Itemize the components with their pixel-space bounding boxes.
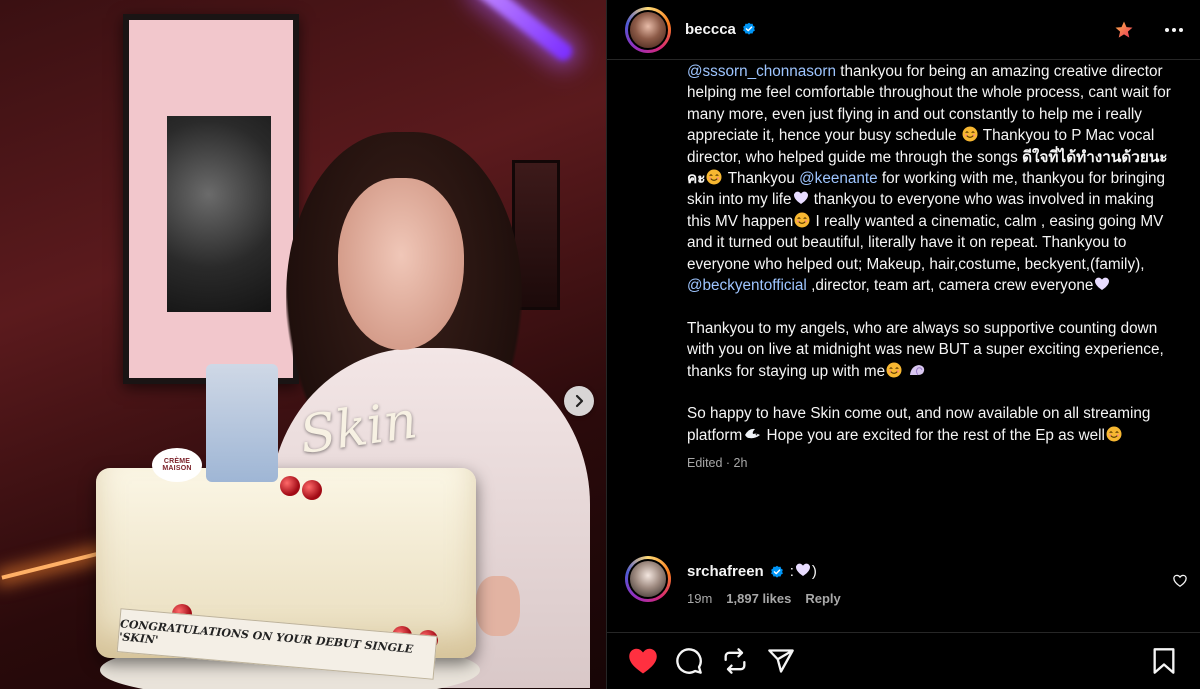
smiling-face-emoji [706,169,722,185]
smiling-face-emoji [962,126,978,142]
comment-button[interactable] [671,643,707,679]
cherry [280,476,300,496]
cake-photo-topper [206,364,278,482]
send-icon [768,649,794,673]
author-username[interactable]: beccca [685,21,756,38]
caption-timestamp: Edited · 2h [687,456,748,471]
caption-paragraph: @sssorn_chonnasorn thankyou for being an… [687,63,1171,295]
cake-badge: CRÈME MAISON [152,448,202,482]
heart-outline-icon [1173,574,1187,588]
comment-body: srchafreen :) 19m 1,897 likes Reply [687,556,1169,612]
chevron-right-icon [575,394,584,408]
comment-meta: 19m 1,897 likes Reply [687,591,1169,606]
white-heart-emoji [1095,277,1110,291]
comment-avatar-image [628,559,668,599]
mention-link[interactable]: @keenante [799,170,877,187]
comment-text-end: ) [811,563,817,580]
comment-reply-button[interactable]: Reply [805,591,840,606]
post-photo: Skin CRÈME MAISON CONGRATULATIONS ON YOU… [0,0,606,689]
comment-text: :) [790,562,817,582]
wall-frame [123,14,299,384]
cherry [302,480,322,500]
comment-likes-count[interactable]: 1,897 likes [726,591,791,606]
person-hand [476,576,520,636]
framed-photo [167,116,271,312]
comment-text-start: : [789,563,794,580]
spiral-shell-emoji [910,364,925,375]
verified-badge-icon [770,565,783,578]
author-username-text: beccca [685,21,736,38]
share-button[interactable] [763,643,799,679]
comment-bubble-icon [676,648,702,674]
bookmark-icon [1153,648,1175,674]
caption-paragraph: Thankyou to my angels, who are always so… [687,319,1164,380]
person-face [338,178,464,350]
comment-avatar[interactable] [625,556,671,602]
star-icon[interactable] [1114,20,1134,40]
verified-badge-icon [743,22,755,35]
neon-light [470,0,576,64]
author-avatar-image [628,9,668,50]
repost-button[interactable] [717,643,753,679]
smiling-face-emoji [794,212,810,228]
header-actions [1114,18,1186,42]
post-actions-bar [607,632,1200,689]
white-heart-emoji [795,563,810,576]
caption-text: @sssorn_chonnasorn thankyou for being an… [687,61,1176,446]
white-heart-emoji [793,192,808,205]
smiling-face-emoji [1106,426,1122,442]
smiling-face-emoji [886,362,902,378]
author-avatar[interactable] [625,6,671,53]
next-photo-button[interactable] [564,386,594,416]
more-horizontal-icon [1165,27,1183,32]
post-header: beccca [607,0,1200,60]
comment-like-button[interactable] [1169,570,1191,592]
repost-icon [724,648,746,674]
post-side-panel: beccca @sssorn_chonnasorn thankyou for b… [606,0,1200,689]
mention-link[interactable]: @sssorn_chonnasorn [687,63,836,80]
save-button[interactable] [1146,643,1182,679]
heart-icon [629,648,657,674]
comment-line: srchafreen :) [687,562,1169,582]
caption-paragraph: So happy to have Skin come out, and now … [687,405,1151,444]
like-button[interactable] [625,643,661,679]
mention-link[interactable]: @beckyentofficial [687,277,807,294]
more-options-button[interactable] [1162,18,1186,42]
comment-time: 19m [687,591,713,606]
thai-text: ดีใจที่ได้ทำงานด้วยนะคะ [687,148,1168,188]
dove-emoji [745,428,761,439]
instagram-post-view: Skin CRÈME MAISON CONGRATULATIONS ON YOU… [0,0,1200,689]
comment: srchafreen :) 19m 1,897 likes Reply [625,556,1191,612]
caption-area: @sssorn_chonnasorn thankyou for being an… [607,60,1200,540]
comment-username[interactable]: srchafreen [687,562,764,582]
